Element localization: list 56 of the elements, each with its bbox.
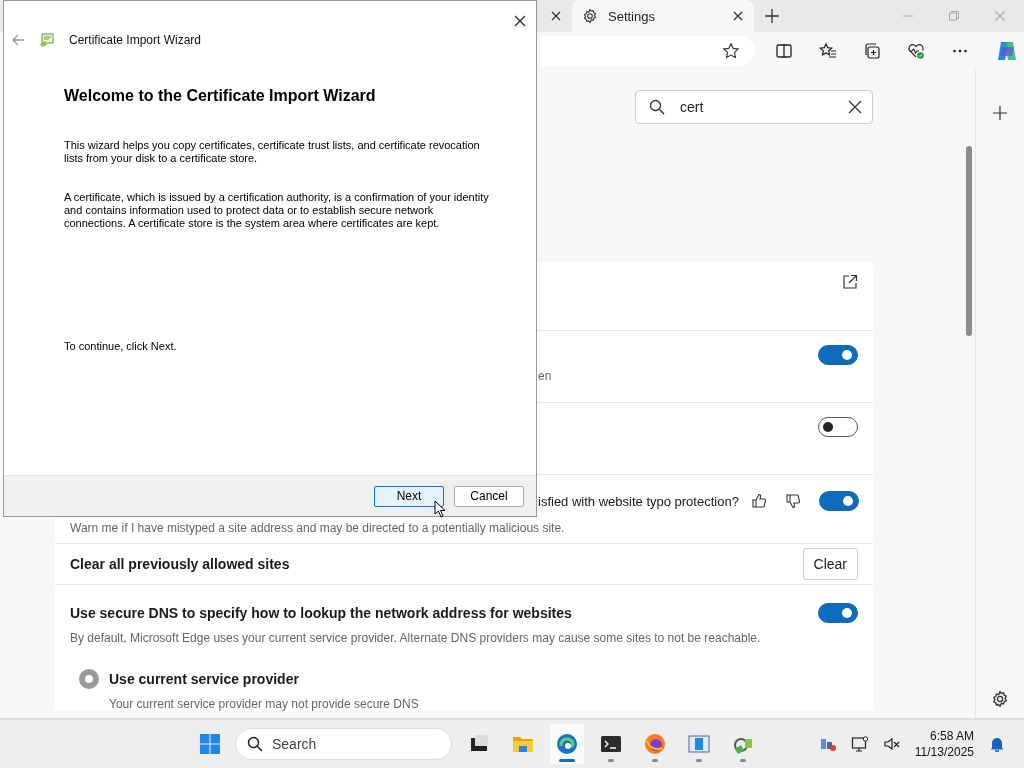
tab-title: Settings <box>608 8 655 24</box>
add-icon[interactable] <box>993 106 1007 120</box>
settings-icon[interactable] <box>991 690 1009 708</box>
setting-description: en <box>537 369 553 383</box>
close-icon[interactable] <box>732 10 744 22</box>
favorites-icon[interactable] <box>819 42 837 60</box>
search-icon <box>649 99 665 115</box>
close-icon[interactable] <box>514 15 526 27</box>
setting-description: By default, Microsoft Edge uses your current service provider. Alternate DNS providers may cause some sites to not be reachable. <box>70 631 762 645</box>
thumbs-down-icon[interactable] <box>784 493 801 509</box>
toggle-switch[interactable] <box>818 417 858 437</box>
copilot-icon[interactable] <box>995 39 1019 63</box>
setting-title: Clear all previously allowed sites <box>70 556 291 572</box>
split-screen-icon[interactable] <box>775 42 793 60</box>
monitor-icon[interactable] <box>850 735 869 753</box>
star-icon[interactable] <box>722 42 740 60</box>
close-icon[interactable] <box>550 10 562 22</box>
wizard-paragraph: This wizard helps you copy certificates, certificate trust lists, and certificate revocation lists from your disk to a certificate store. <box>64 139 481 165</box>
fox-globe-icon <box>644 733 666 755</box>
gear-icon <box>582 8 598 24</box>
browser-swirl-icon <box>556 733 578 755</box>
setting-description: Your current service provider may not provide secure DNS <box>108 697 420 711</box>
collections-icon[interactable] <box>863 42 881 60</box>
dialog-button[interactable]: Cancel <box>454 485 524 507</box>
new-tab-icon[interactable] <box>764 8 780 24</box>
bell-icon[interactable] <box>988 735 1006 753</box>
heart-pulse-icon[interactable] <box>907 42 925 60</box>
browser-tab[interactable]: Settings <box>572 0 754 32</box>
clock-date[interactable]: 11/13/2025 <box>914 744 974 760</box>
setting-title: Use secure DNS to specify how to lookup the network address for websites <box>70 605 573 621</box>
certificate-icon <box>39 32 55 48</box>
setting-title: isfied with website typo protection? <box>538 493 739 509</box>
setting-description: Warn me if I have mistyped a site address and may be directed to a potentially malicious site. <box>70 521 566 535</box>
app-window-icon <box>688 733 710 755</box>
toggle-switch[interactable] <box>818 603 858 623</box>
wizard-paragraph: A certificate, which is issued by a certification authority, is a confirmation of your identity and contains information used to protect data or to establish secure network connections. A certificate store is the system area where certificates are kept. <box>64 191 490 230</box>
clock-time[interactable]: 6:58 AM <box>929 728 974 744</box>
search-icon <box>247 736 263 752</box>
radio-label: Use current service provider <box>109 671 300 687</box>
wizard-heading: Welcome to the Certificate Import Wizard <box>64 87 377 105</box>
windows-start-icon[interactable] <box>199 733 221 755</box>
scrollbar-thumb[interactable] <box>966 146 972 336</box>
toggle-switch[interactable] <box>818 491 859 511</box>
wizard-instruction: To continue, click Next. <box>64 340 178 353</box>
clear-icon[interactable] <box>848 100 862 114</box>
dialog-button[interactable]: Next <box>374 485 444 507</box>
dialog-title: Certificate Import Wizard <box>69 33 202 47</box>
toggle-switch[interactable] <box>818 345 858 365</box>
taskbar-search-field[interactable]: Search <box>235 728 452 760</box>
settings-search-field[interactable]: cert <box>635 90 873 124</box>
back-arrow-icon[interactable] <box>11 33 25 47</box>
external-link-icon[interactable] <box>842 274 858 290</box>
thumbs-up-icon[interactable] <box>750 493 767 509</box>
speaker-muted-icon[interactable] <box>882 735 901 753</box>
clear-button[interactable]: Clear <box>802 548 858 580</box>
terminal-icon <box>600 733 622 755</box>
